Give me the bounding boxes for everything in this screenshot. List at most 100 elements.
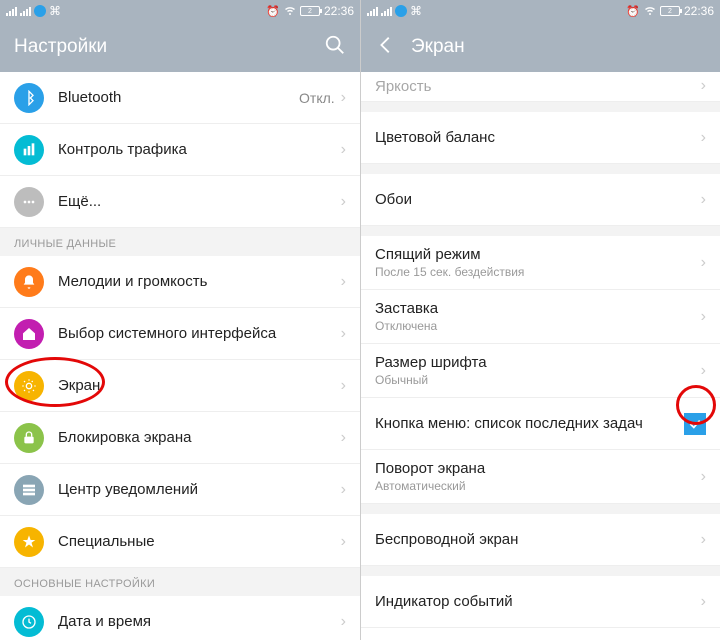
row-lockscreen[interactable]: Блокировка экрана ›	[0, 412, 360, 464]
alarm-icon: ⏰	[266, 5, 280, 18]
row-bluetooth[interactable]: Bluetooth Откл. ›	[0, 72, 360, 124]
settings-pane: ⌘ ⏰ 2 22:36 Настройки Bluetooth Откл. › …	[0, 0, 360, 640]
chevron-right-icon: ›	[341, 377, 346, 395]
row-label: Поворот экрана	[375, 460, 701, 477]
row-label: Ещё...	[58, 193, 341, 210]
signal-icon	[6, 6, 17, 16]
row-label: Выбор системного интерфейса	[58, 325, 341, 342]
row-wireless-display[interactable]: Беспроводной экран ›	[361, 514, 720, 566]
row-label: Дата и время	[58, 613, 341, 630]
row-color-balance[interactable]: Цветовой баланс ›	[361, 112, 720, 164]
row-subtext: После 15 сек. бездействия	[375, 265, 701, 279]
app-indicator-icon	[34, 5, 46, 17]
row-label: Блокировка экрана	[58, 429, 341, 446]
row-subtext: Автоматический	[375, 479, 701, 493]
row-display[interactable]: Экран ›	[0, 360, 360, 412]
chevron-right-icon: ›	[701, 468, 706, 486]
row-label: Заставка	[375, 300, 701, 317]
signal-icon-2	[381, 6, 392, 16]
app-indicator-icon	[395, 5, 407, 17]
chevron-right-icon: ›	[701, 77, 706, 95]
chevron-right-icon: ›	[701, 254, 706, 272]
alarm-icon: ⏰	[626, 5, 640, 18]
chevron-right-icon: ›	[341, 325, 346, 343]
chevron-right-icon: ›	[701, 129, 706, 147]
row-label: Спящий режим	[375, 246, 701, 263]
back-button[interactable]	[375, 34, 397, 61]
wifi-icon	[644, 4, 656, 19]
status-bar: ⌘ ⏰ 2 22:36	[361, 0, 720, 22]
display-list: Яркость › Цветовой баланс › Обои › Спящи…	[361, 72, 720, 640]
checkbox-checked[interactable]	[684, 413, 706, 435]
row-label: Кнопка меню: список последних задач	[375, 415, 684, 432]
chevron-right-icon: ›	[341, 533, 346, 551]
home-icon	[14, 319, 44, 349]
row-rotation[interactable]: Поворот экрана Автоматический ›	[361, 450, 720, 504]
header-bar: Экран	[361, 22, 720, 72]
page-title: Экран	[411, 36, 465, 58]
status-bar: ⌘ ⏰ 2 22:36	[0, 0, 360, 22]
row-subtext: Обычный	[375, 373, 701, 387]
bell-icon	[14, 267, 44, 297]
signal-icon	[367, 6, 378, 16]
search-icon[interactable]	[324, 34, 346, 61]
chevron-right-icon: ›	[701, 593, 706, 611]
traffic-icon	[14, 135, 44, 165]
wifi-icon	[284, 4, 296, 19]
chevron-right-icon: ›	[701, 362, 706, 380]
row-font-size[interactable]: Размер шрифта Обычный ›	[361, 344, 720, 398]
star-icon	[14, 527, 44, 557]
bluetooth-icon	[14, 83, 44, 113]
voicemail-icon: ⌘	[410, 4, 422, 18]
chevron-right-icon: ›	[341, 193, 346, 211]
row-event-indicator[interactable]: Индикатор событий ›	[361, 576, 720, 628]
clock-icon	[14, 607, 44, 637]
battery-icon: 2	[660, 6, 680, 16]
row-label: Bluetooth	[58, 89, 299, 106]
row-label: Контроль трафика	[58, 141, 341, 158]
settings-list: Bluetooth Откл. › Контроль трафика › Ещё…	[0, 72, 360, 640]
row-screensaver[interactable]: Заставка Отключена ›	[361, 290, 720, 344]
clock-text: 22:36	[684, 4, 714, 18]
row-label: Экран	[58, 377, 341, 394]
row-value: Откл.	[299, 90, 335, 106]
battery-icon: 2	[300, 6, 320, 16]
chevron-right-icon: ›	[341, 613, 346, 631]
notif-icon	[14, 475, 44, 505]
row-datetime[interactable]: Дата и время ›	[0, 596, 360, 640]
chevron-right-icon: ›	[341, 429, 346, 447]
display-icon	[14, 371, 44, 401]
row-label: Специальные	[58, 533, 341, 550]
row-label: Цветовой баланс	[375, 129, 701, 146]
chevron-right-icon: ›	[701, 531, 706, 549]
row-launcher[interactable]: Выбор системного интерфейса ›	[0, 308, 360, 360]
chevron-right-icon: ›	[341, 141, 346, 159]
clock-text: 22:36	[324, 4, 354, 18]
lock-icon	[14, 423, 44, 453]
row-label: Размер шрифта	[375, 354, 701, 371]
page-title: Настройки	[14, 36, 107, 58]
voicemail-icon: ⌘	[49, 4, 61, 18]
row-sleep[interactable]: Спящий режим После 15 сек. бездействия ›	[361, 236, 720, 290]
section-personal: ЛИЧНЫЕ ДАННЫЕ	[0, 228, 360, 256]
row-label: Обои	[375, 191, 701, 208]
row-more[interactable]: Ещё... ›	[0, 176, 360, 228]
chevron-right-icon: ›	[701, 191, 706, 209]
more-icon	[14, 187, 44, 217]
row-label: Центр уведомлений	[58, 481, 341, 498]
row-notifications[interactable]: Центр уведомлений ›	[0, 464, 360, 516]
row-brightness[interactable]: Яркость ›	[361, 72, 720, 102]
row-label: Индикатор событий	[375, 593, 701, 610]
row-wallpaper[interactable]: Обои ›	[361, 174, 720, 226]
row-menu-button[interactable]: Кнопка меню: список последних задач	[361, 398, 720, 450]
chevron-right-icon: ›	[701, 308, 706, 326]
display-pane: ⌘ ⏰ 2 22:36 Экран Яркость › Цветовой бал…	[360, 0, 720, 640]
row-traffic[interactable]: Контроль трафика ›	[0, 124, 360, 176]
row-label: Мелодии и громкость	[58, 273, 341, 290]
section-general: ОСНОВНЫЕ НАСТРОЙКИ	[0, 568, 360, 596]
chevron-right-icon: ›	[341, 273, 346, 291]
row-special[interactable]: Специальные ›	[0, 516, 360, 568]
row-sounds[interactable]: Мелодии и громкость ›	[0, 256, 360, 308]
chevron-right-icon: ›	[341, 89, 346, 107]
signal-icon-2	[20, 6, 31, 16]
